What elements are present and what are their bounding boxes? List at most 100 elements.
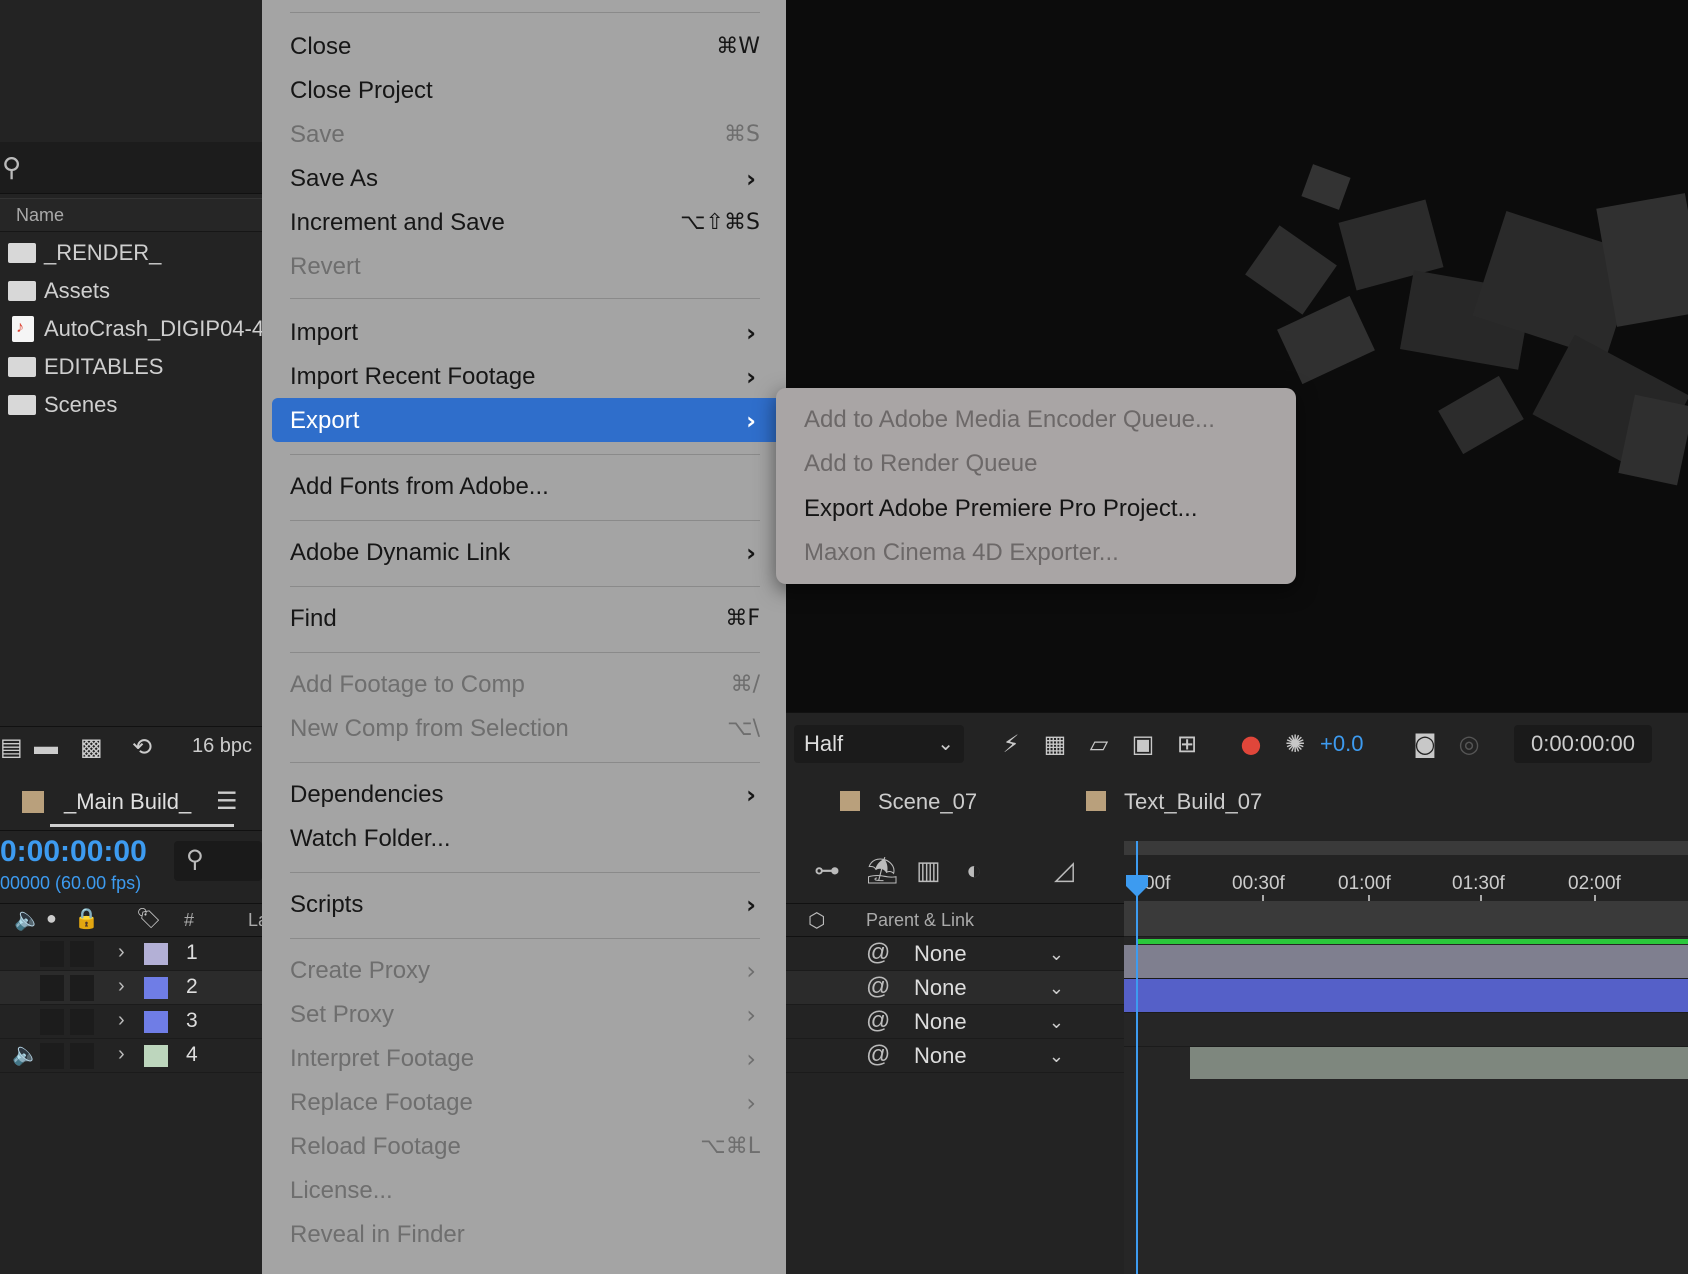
menu-item-save[interactable]: Save ⌘S bbox=[290, 113, 760, 157]
comp-tab-scene-07[interactable]: Scene_07 bbox=[840, 789, 977, 815]
menu-item-dependencies[interactable]: Dependencies › bbox=[290, 773, 760, 817]
panel-menu-icon[interactable]: ☰ bbox=[216, 787, 238, 816]
parent-dropdown[interactable]: None ⌄ bbox=[902, 973, 1074, 1003]
chevron-right-icon[interactable]: › bbox=[118, 1009, 125, 1032]
switch-cell[interactable] bbox=[70, 941, 94, 967]
resolution-dropdown[interactable]: Half ⌄ bbox=[794, 725, 964, 763]
audio-icon[interactable]: 🔈 bbox=[12, 1041, 39, 1067]
menu-item-increment-and-save[interactable]: Increment and Save ⌥⇧⌘S bbox=[290, 201, 760, 245]
layer-label-color[interactable] bbox=[144, 1011, 168, 1033]
snapshot-camera-icon[interactable]: ◙ bbox=[1410, 729, 1440, 759]
menu-item-revert[interactable]: Revert bbox=[290, 245, 760, 289]
menu-item-new-comp-from-selection[interactable]: New Comp from Selection ⌥\ bbox=[290, 707, 760, 751]
new-composition-icon[interactable]: ▩ bbox=[80, 733, 103, 762]
switch-cell[interactable] bbox=[40, 941, 64, 967]
parent-row: @ None ⌄ bbox=[786, 1005, 1124, 1039]
frame-blending-icon[interactable]: ▥ bbox=[916, 855, 941, 886]
menu-item-interpret-footage[interactable]: Interpret Footage › bbox=[290, 1037, 760, 1081]
submenu-item-cinema-4d-exporter[interactable]: Maxon Cinema 4D Exporter... bbox=[804, 531, 1274, 575]
mask-visibility-icon[interactable]: ▱ bbox=[1084, 729, 1114, 759]
project-item[interactable]: Scenes bbox=[0, 386, 262, 424]
project-item-label: Scenes bbox=[44, 392, 118, 417]
menu-item-add-footage-to-comp[interactable]: Add Footage to Comp ⌘/ bbox=[290, 663, 760, 707]
layer-label-color[interactable] bbox=[144, 1045, 168, 1067]
chevron-right-icon[interactable]: › bbox=[118, 975, 125, 998]
project-item[interactable]: _RENDER_ bbox=[0, 234, 262, 272]
parent-dropdown[interactable]: None ⌄ bbox=[902, 1041, 1074, 1071]
parent-dropdown[interactable]: None ⌄ bbox=[902, 939, 1074, 969]
switch-cell[interactable] bbox=[70, 1043, 94, 1069]
time-ruler[interactable]: 00f 00:30f 01:00f 01:30f 02:00f bbox=[1124, 841, 1688, 903]
motion-blur-icon[interactable]: ◐ bbox=[966, 855, 982, 886]
bit-depth-button[interactable]: 16 bpc bbox=[192, 735, 252, 758]
switch-cell[interactable] bbox=[70, 975, 94, 1001]
chevron-right-icon[interactable]: › bbox=[118, 1043, 125, 1066]
menu-item-reveal-in-finder[interactable]: Reveal in Finder bbox=[290, 1213, 760, 1257]
menu-item-create-proxy[interactable]: Create Proxy › bbox=[290, 949, 760, 993]
project-search[interactable]: ⚲ bbox=[0, 142, 262, 194]
viewer-timecode[interactable]: 0:00:00:00 bbox=[1514, 725, 1652, 763]
work-area-bar[interactable] bbox=[1124, 841, 1688, 855]
pick-whip-icon[interactable]: @ bbox=[866, 1041, 890, 1069]
menu-item-replace-footage[interactable]: Replace Footage › bbox=[290, 1081, 760, 1125]
pick-whip-icon[interactable]: @ bbox=[866, 1007, 890, 1035]
menu-item-export[interactable]: Export › bbox=[290, 399, 760, 443]
menu-item-close[interactable]: Close ⌘W bbox=[290, 25, 760, 69]
layer-label-color[interactable] bbox=[144, 943, 168, 965]
composition-viewer[interactable] bbox=[786, 0, 1688, 712]
layer-row[interactable]: › 2 bbox=[0, 971, 262, 1005]
layer-bar[interactable] bbox=[1124, 945, 1688, 979]
project-item[interactable]: AutoCrash_DIGIP04-42 bbox=[0, 309, 276, 348]
menu-item-set-proxy[interactable]: Set Proxy › bbox=[290, 993, 760, 1037]
menu-item-find[interactable]: Find ⌘F bbox=[290, 597, 760, 641]
comp-tab-main-build[interactable]: _Main Build_ ☰ bbox=[0, 775, 262, 831]
guides-icon[interactable]: ⊞ bbox=[1172, 729, 1202, 759]
layer-row[interactable]: › 3 bbox=[0, 1005, 262, 1039]
parent-dropdown[interactable]: None ⌄ bbox=[902, 1007, 1074, 1037]
layer-label-color[interactable] bbox=[144, 977, 168, 999]
submenu-item-add-to-media-encoder-queue[interactable]: Add to Adobe Media Encoder Queue... bbox=[804, 398, 1274, 442]
layer-bar[interactable] bbox=[1190, 1047, 1688, 1079]
flowchart-icon[interactable]: ⟲ bbox=[132, 733, 152, 762]
layer-search-input[interactable]: ⚲ bbox=[174, 841, 262, 881]
reset-exposure-icon[interactable]: ✺ bbox=[1280, 729, 1310, 759]
menu-item-scripts[interactable]: Scripts › bbox=[290, 883, 760, 927]
comp-tab-text-build-07[interactable]: Text_Build_07 bbox=[1086, 789, 1262, 815]
graph-editor-icon[interactable]: ◿ bbox=[1054, 855, 1074, 886]
exposure-value[interactable]: +0.0 bbox=[1320, 729, 1363, 759]
chevron-right-icon[interactable]: › bbox=[118, 941, 125, 964]
layer-row[interactable]: 🔈 › 4 bbox=[0, 1039, 262, 1073]
draft-3d-icon[interactable]: ⛱ bbox=[866, 855, 899, 886]
current-time-display[interactable]: 0:00:00:00 bbox=[0, 835, 147, 869]
fast-preview-icon[interactable]: ⚡ bbox=[996, 729, 1026, 759]
show-snapshot-icon[interactable]: ◎ bbox=[1454, 729, 1484, 759]
project-item[interactable]: Assets bbox=[0, 272, 262, 310]
menu-item-close-project[interactable]: Close Project bbox=[290, 69, 760, 113]
name-column-header[interactable]: Name bbox=[0, 198, 262, 232]
switch-cell[interactable] bbox=[70, 1009, 94, 1035]
interpret-footage-icon[interactable]: ▤ bbox=[0, 733, 23, 762]
channels-icon[interactable]: ● bbox=[1236, 729, 1266, 759]
switch-cell[interactable] bbox=[40, 1043, 64, 1069]
project-item[interactable]: EDITABLES bbox=[0, 348, 262, 386]
switch-cell[interactable] bbox=[40, 1009, 64, 1035]
submenu-item-export-premiere-pro-project[interactable]: Export Adobe Premiere Pro Project... bbox=[804, 487, 1274, 531]
layer-row[interactable]: › 1 bbox=[0, 937, 262, 971]
submenu-item-add-to-render-queue[interactable]: Add to Render Queue bbox=[804, 442, 1274, 486]
new-folder-icon[interactable]: ▬ bbox=[34, 733, 58, 761]
layer-bar[interactable] bbox=[1124, 979, 1688, 1013]
menu-item-import-recent-footage[interactable]: Import Recent Footage › bbox=[290, 355, 760, 399]
menu-item-save-as[interactable]: Save As › bbox=[290, 157, 760, 201]
menu-item-watch-folder[interactable]: Watch Folder... bbox=[290, 817, 760, 861]
switch-cell[interactable] bbox=[40, 975, 64, 1001]
transparency-grid-icon[interactable]: ▦ bbox=[1040, 729, 1070, 759]
menu-item-import[interactable]: Import › bbox=[290, 311, 760, 355]
menu-item-add-fonts-from-adobe[interactable]: Add Fonts from Adobe... bbox=[290, 465, 760, 509]
menu-item-license[interactable]: License... bbox=[290, 1169, 760, 1213]
region-of-interest-icon[interactable]: ▣ bbox=[1128, 729, 1158, 759]
composition-flowchart-icon[interactable]: ⊶ bbox=[814, 855, 840, 886]
pick-whip-icon[interactable]: @ bbox=[866, 939, 890, 967]
menu-item-reload-footage[interactable]: Reload Footage ⌥⌘L bbox=[290, 1125, 760, 1169]
menu-item-adobe-dynamic-link[interactable]: Adobe Dynamic Link › bbox=[290, 531, 760, 575]
pick-whip-icon[interactable]: @ bbox=[866, 973, 890, 1001]
